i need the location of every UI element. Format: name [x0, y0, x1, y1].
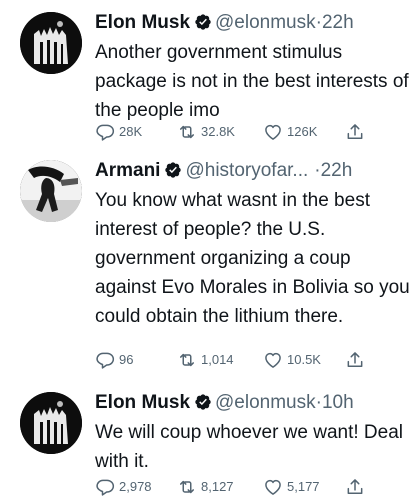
- tweet-actions: 28K 32.8K 126K: [95, 121, 413, 143]
- author-name[interactable]: Armani: [95, 160, 160, 181]
- share-button[interactable]: [345, 476, 365, 498]
- like-count: 10.5K: [287, 352, 321, 367]
- avatar[interactable]: [20, 160, 82, 222]
- share-icon: [345, 350, 365, 370]
- tweet-header: Elon Musk @elonmusk·10h: [95, 390, 413, 416]
- heart-icon: [263, 350, 283, 370]
- tweet-text: We will coup whoever we want! Deal with …: [95, 422, 404, 472]
- retweet-button[interactable]: 32.8K: [177, 121, 235, 143]
- timestamp[interactable]: 22h: [321, 160, 353, 181]
- like-count: 126K: [287, 124, 318, 139]
- like-button[interactable]: 126K: [263, 121, 317, 143]
- profile-photo-icon: [20, 160, 82, 222]
- like-button[interactable]: 10.5K: [263, 349, 321, 371]
- retweet-icon: [177, 350, 197, 370]
- tweet-text: Another government stimulus package is n…: [95, 42, 409, 121]
- like-count: 5,177: [287, 479, 320, 494]
- tweet-content: Elon Musk @elonmusk·22h Another governmen…: [95, 10, 413, 125]
- share-button[interactable]: [345, 349, 365, 371]
- reply-icon: [95, 350, 115, 370]
- author-name[interactable]: Elon Musk: [95, 12, 190, 33]
- reply-icon: [95, 122, 115, 142]
- avatar[interactable]: [20, 12, 82, 74]
- avatar[interactable]: [20, 392, 82, 454]
- tweet-actions: 2,978 8,127 5,177: [95, 476, 413, 498]
- timestamp[interactable]: 10h: [322, 392, 354, 413]
- reply-button[interactable]: 2,978: [95, 476, 152, 498]
- tweet-header: Armani @historyofar... ·22h: [95, 158, 413, 184]
- tweet-header: Elon Musk @elonmusk·22h: [95, 10, 413, 36]
- like-button[interactable]: 5,177: [263, 476, 320, 498]
- share-button[interactable]: [345, 121, 365, 143]
- author-handle[interactable]: @elonmusk: [215, 392, 316, 413]
- retweet-icon: [177, 477, 197, 497]
- verified-badge-icon: [194, 393, 212, 411]
- retweet-count: 1,014: [201, 352, 234, 367]
- tweet-actions: 96 1,014 10.5K: [95, 349, 413, 371]
- author-name[interactable]: Elon Musk: [95, 392, 190, 413]
- profile-photo-icon: [20, 392, 82, 454]
- author-handle[interactable]: @elonmusk: [215, 12, 316, 33]
- heart-icon: [263, 122, 283, 142]
- tweet-content: Elon Musk @elonmusk·10h We will coup whoe…: [95, 390, 413, 476]
- reply-count: 28K: [119, 124, 143, 139]
- tweet-text: You know what wasnt in the best interest…: [95, 190, 410, 327]
- retweet-button[interactable]: 1,014: [177, 349, 234, 371]
- verified-badge-icon: [194, 13, 212, 31]
- retweet-button[interactable]: 8,127: [177, 476, 234, 498]
- author-handle[interactable]: @historyofar...: [185, 160, 308, 181]
- tweet-content: Armani @historyofar... ·22h You know what …: [95, 158, 413, 331]
- profile-photo-icon: [20, 12, 82, 74]
- retweet-icon: [177, 122, 197, 142]
- reply-count: 2,978: [119, 479, 152, 494]
- reply-count: 96: [119, 352, 134, 367]
- share-icon: [345, 122, 365, 142]
- share-icon: [345, 477, 365, 497]
- reply-icon: [95, 477, 115, 497]
- retweet-count: 32.8K: [201, 124, 235, 139]
- timestamp[interactable]: 22h: [322, 12, 354, 33]
- verified-badge-icon: [164, 161, 182, 179]
- reply-button[interactable]: 28K: [95, 121, 142, 143]
- reply-button[interactable]: 96: [95, 349, 133, 371]
- heart-icon: [263, 477, 283, 497]
- retweet-count: 8,127: [201, 479, 234, 494]
